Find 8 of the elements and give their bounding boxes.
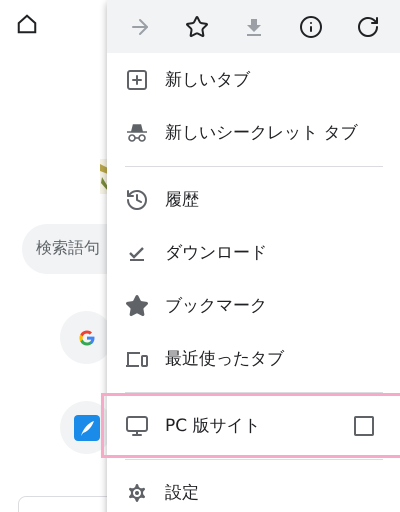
menu-item-label: 新しいタブ: [165, 69, 252, 91]
menu-item-label: 最近使ったタブ: [165, 348, 286, 370]
menu-item-label: 設定: [165, 482, 200, 504]
menu-item-label: 新しいシークレット タブ: [165, 122, 359, 144]
menu-item-label: ブックマーク: [165, 295, 268, 317]
menu-item-label: ダウンロード: [165, 242, 268, 264]
menu-item-label: 履歴: [165, 189, 200, 211]
menu-item-label: PC 版サイト: [165, 415, 262, 437]
